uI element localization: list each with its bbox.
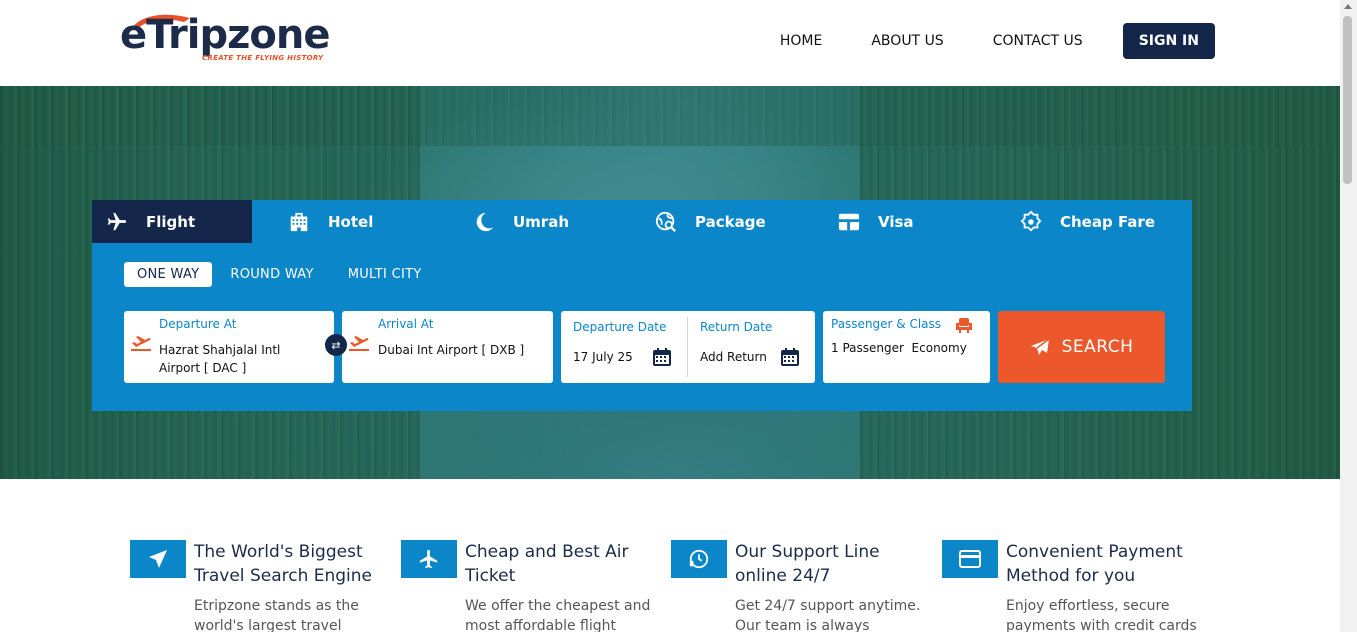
tab-cheap-fare-label: Cheap Fare: [1060, 212, 1156, 231]
credit-card-icon: [942, 540, 998, 578]
tab-umrah-label: Umrah: [513, 212, 570, 231]
site-header: eTripzone CREATE THE FLYING HISTORY HOME…: [0, 0, 1340, 86]
feature-title: The World's Biggest Travel Search Engine: [194, 542, 373, 586]
departure-date-field[interactable]: Departure Date 17 July 25: [561, 311, 687, 383]
arrival-field[interactable]: Arrival At Dubai Int Airport [ DXB ]: [342, 311, 553, 383]
badge-icon: [1020, 210, 1042, 233]
tab-umrah[interactable]: Umrah: [473, 200, 569, 243]
nav-contact-us[interactable]: CONTACT US: [993, 33, 1083, 49]
feature-title: Convenient Payment Method for you: [1006, 542, 1183, 586]
nav-home[interactable]: HOME: [780, 33, 822, 49]
building-icon: [288, 211, 310, 233]
return-date-field[interactable]: Return Date Add Return: [688, 311, 815, 383]
takeoff-icon: [349, 336, 369, 351]
tab-cheap-fare[interactable]: Cheap Fare: [1020, 200, 1155, 243]
trip-round-way[interactable]: ROUND WAY: [230, 267, 313, 282]
tab-visa[interactable]: Visa: [838, 200, 914, 243]
airplane-icon: [401, 540, 457, 578]
calendar-icon: [653, 348, 671, 366]
arrival-value: Dubai Int Airport [ DXB ]: [378, 343, 525, 357]
tab-hotel-label: Hotel: [328, 212, 374, 231]
logo-wordmark: eTripzone: [120, 12, 330, 58]
feature-description: Get 24/7 support anytime. Our team is al…: [735, 598, 921, 632]
tab-flight-label: Flight: [146, 212, 196, 231]
search-button[interactable]: SEARCH: [998, 311, 1165, 383]
calendar-icon: [781, 348, 799, 366]
trip-type-selector: ONE WAY ROUND WAY MULTI CITY: [124, 262, 456, 287]
forest-top: [0, 86, 1340, 146]
feature-description: Etripzone stands as the world's largest …: [194, 598, 359, 632]
paper-plane-icon: [130, 540, 186, 578]
tab-package-label: Package: [695, 212, 766, 231]
scroll-up-arrow-icon[interactable]: [1344, 4, 1352, 9]
tab-visa-label: Visa: [878, 212, 914, 231]
sign-in-button[interactable]: SIGN IN: [1122, 23, 1215, 59]
search-widget: Flight Hotel Umrah Package Visa Cheap Fa…: [92, 200, 1192, 411]
swap-icon: ⇄: [331, 338, 341, 352]
passenger-label: Passenger & Class: [831, 317, 942, 331]
departure-label: Departure At: [159, 317, 237, 331]
trip-one-way[interactable]: ONE WAY: [124, 262, 213, 287]
swap-airports-button[interactable]: ⇄: [325, 334, 347, 356]
departure-field[interactable]: Departure At Hazrat Shahjalal Intl Airpo…: [124, 311, 334, 383]
main-nav: HOME ABOUT US CONTACT US SIGN IN: [731, 23, 1215, 59]
nav-about-us[interactable]: ABOUT US: [871, 33, 943, 49]
tab-hotel[interactable]: Hotel: [288, 200, 373, 243]
features-section: The World's Biggest Travel Search Engine…: [0, 479, 1340, 632]
page-scrollbar[interactable]: [1340, 0, 1357, 632]
return-date-value: Add Return: [700, 350, 767, 364]
airplane-icon: [106, 211, 128, 233]
feature-description: Enjoy effortless, secure payments with c…: [1006, 598, 1197, 632]
arrival-label: Arrival At: [378, 317, 434, 331]
etripzone-logo[interactable]: eTripzone CREATE THE FLYING HISTORY: [120, 8, 330, 68]
date-field: Departure Date 17 July 25 Return Date Ad…: [561, 311, 815, 383]
departure-date-label: Departure Date: [573, 320, 667, 334]
departure-value-line1: Hazrat Shahjalal Intl: [159, 343, 281, 357]
trip-multi-city[interactable]: MULTI CITY: [348, 267, 422, 282]
support-clock-icon: [671, 540, 727, 578]
service-tabs: Flight Hotel Umrah Package Visa Cheap Fa…: [92, 200, 1192, 243]
feature-title: Cheap and Best Air Ticket: [465, 542, 629, 586]
departure-value-line2: Airport [ DAC ]: [159, 361, 247, 375]
search-button-label: SEARCH: [1061, 337, 1134, 357]
card-icon: [838, 211, 860, 233]
globe-search-icon: [655, 211, 677, 233]
takeoff-icon: [131, 336, 151, 351]
seat-icon: [956, 318, 972, 333]
feature-title: Our Support Line online 24/7: [735, 542, 880, 586]
logo-tagline: CREATE THE FLYING HISTORY: [202, 54, 324, 62]
return-date-label: Return Date: [700, 320, 773, 334]
scrollbar-thumb[interactable]: [1343, 16, 1352, 184]
feature-description: We offer the cheapest and most affordabl…: [465, 598, 651, 632]
paper-plane-icon: [1030, 338, 1050, 356]
departure-date-value: 17 July 25: [573, 350, 633, 364]
crescent-moon-icon: [473, 211, 495, 233]
tab-flight[interactable]: Flight: [92, 200, 252, 243]
passenger-value: 1 Passenger Economy: [831, 341, 967, 355]
passenger-class-field[interactable]: Passenger & Class 1 Passenger Economy: [823, 311, 990, 383]
tab-package[interactable]: Package: [655, 200, 766, 243]
